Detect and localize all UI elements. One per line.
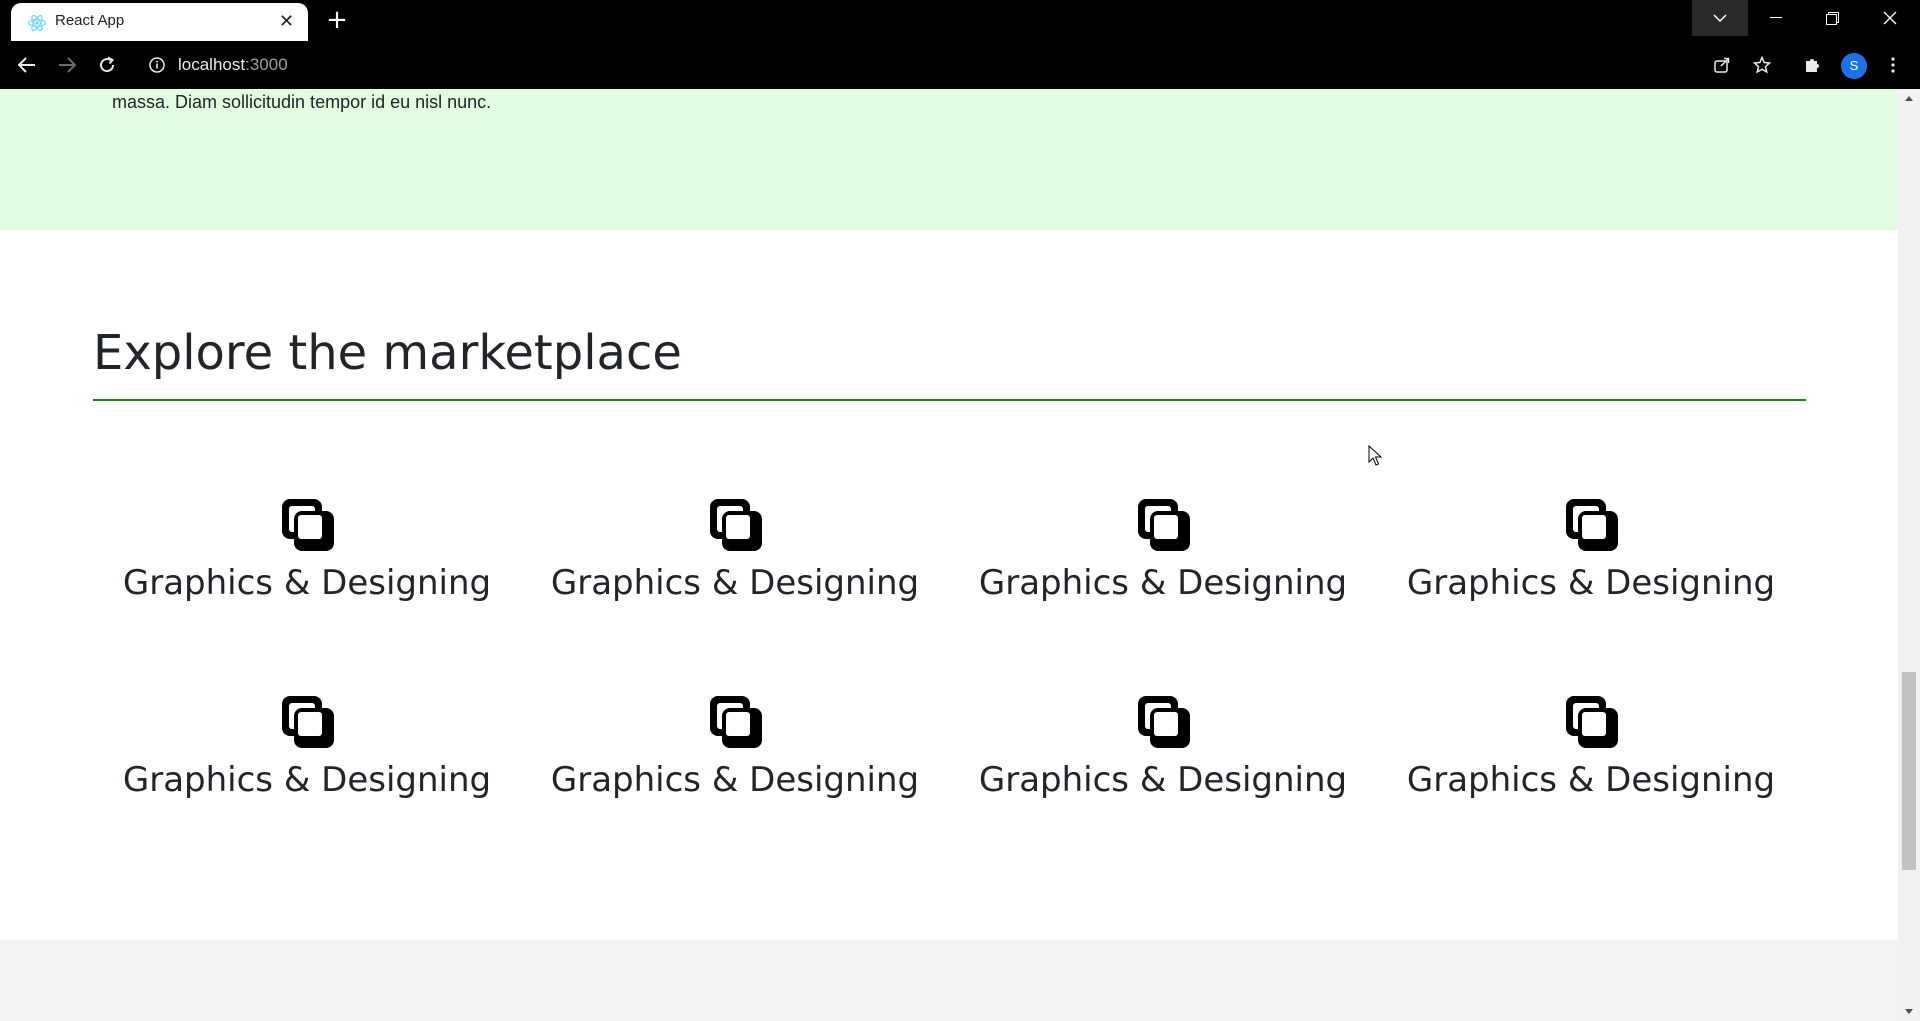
overlapping-squares-icon <box>1138 696 1190 748</box>
page-scrollbar[interactable] <box>1898 89 1920 1021</box>
bookmark-star-icon[interactable] <box>1750 53 1774 77</box>
section-divider <box>93 399 1806 401</box>
overlapping-squares-icon <box>1138 499 1190 551</box>
close-window-icon[interactable] <box>1862 0 1918 36</box>
category-label: Graphics & Designing <box>978 760 1348 800</box>
overlapping-squares-icon <box>1566 696 1618 748</box>
restore-icon[interactable] <box>1804 0 1860 36</box>
profile-avatar[interactable]: S <box>1841 53 1867 79</box>
category-label: Graphics & Designing <box>550 563 920 603</box>
overlapping-squares-icon <box>1566 499 1618 551</box>
overlapping-squares-icon <box>710 696 762 748</box>
react-logo-icon <box>27 14 47 32</box>
page-viewport: massa. Diam sollicitudin tempor id eu ni… <box>0 89 1898 1021</box>
overlapping-squares-icon <box>710 499 762 551</box>
category-label: Graphics & Designing <box>550 760 920 800</box>
category-card[interactable]: Graphics & Designing <box>93 694 521 814</box>
back-arrow-icon[interactable] <box>15 53 39 77</box>
category-card[interactable]: Graphics & Designing <box>521 497 949 617</box>
category-card[interactable]: Graphics & Designing <box>1377 694 1805 814</box>
extensions-puzzle-icon[interactable] <box>1800 53 1824 77</box>
category-label: Graphics & Designing <box>1406 563 1776 603</box>
marketplace-section: Explore the marketplace Graphics & Desig… <box>0 230 1898 940</box>
hero-text: massa. Diam sollicitudin tempor id eu ni… <box>112 92 492 112</box>
category-card[interactable]: Graphics & Designing <box>521 694 949 814</box>
tab-close-icon[interactable]: ✕ <box>279 12 294 32</box>
menu-kebab-icon[interactable] <box>1881 53 1905 77</box>
hero-section: massa. Diam sollicitudin tempor id eu ni… <box>0 89 1898 230</box>
category-card[interactable]: Graphics & Designing <box>1377 497 1805 617</box>
category-card[interactable]: Graphics & Designing <box>949 497 1377 617</box>
browser-toolbar: localhost:3000 <box>0 41 1920 89</box>
new-tab-icon[interactable]: + <box>325 7 349 33</box>
url-host: localhost <box>178 55 246 74</box>
browser-tab[interactable]: React App ✕ <box>11 3 308 41</box>
scroll-down-arrow-icon[interactable] <box>1898 1003 1920 1019</box>
forward-arrow-icon[interactable] <box>55 53 79 77</box>
category-label: Graphics & Designing <box>122 563 492 603</box>
share-icon[interactable] <box>1710 53 1734 77</box>
minimize-icon[interactable] <box>1748 0 1804 36</box>
tab-search-chevron-icon[interactable] <box>1692 0 1748 36</box>
section-title: Explore the marketplace <box>93 325 682 381</box>
category-label: Graphics & Designing <box>1406 760 1776 800</box>
scrollbar-thumb[interactable] <box>1902 672 1916 870</box>
tab-title: React App <box>55 12 125 29</box>
category-card[interactable]: Graphics & Designing <box>949 694 1377 814</box>
tab-strip: React App ✕ + <box>0 0 1920 41</box>
category-label: Graphics & Designing <box>978 563 1348 603</box>
category-card[interactable]: Graphics & Designing <box>93 497 521 617</box>
scroll-up-arrow-icon[interactable] <box>1898 91 1920 107</box>
mouse-pointer-icon <box>1368 445 1382 466</box>
overlapping-squares-icon <box>282 499 334 551</box>
overlapping-squares-icon <box>282 696 334 748</box>
site-info-icon[interactable] <box>148 56 166 74</box>
address-bar[interactable]: localhost:3000 <box>136 47 1732 83</box>
url-port: :3000 <box>245 55 288 74</box>
reload-icon[interactable] <box>95 53 119 77</box>
category-label: Graphics & Designing <box>122 760 492 800</box>
url-text: localhost:3000 <box>178 55 288 75</box>
